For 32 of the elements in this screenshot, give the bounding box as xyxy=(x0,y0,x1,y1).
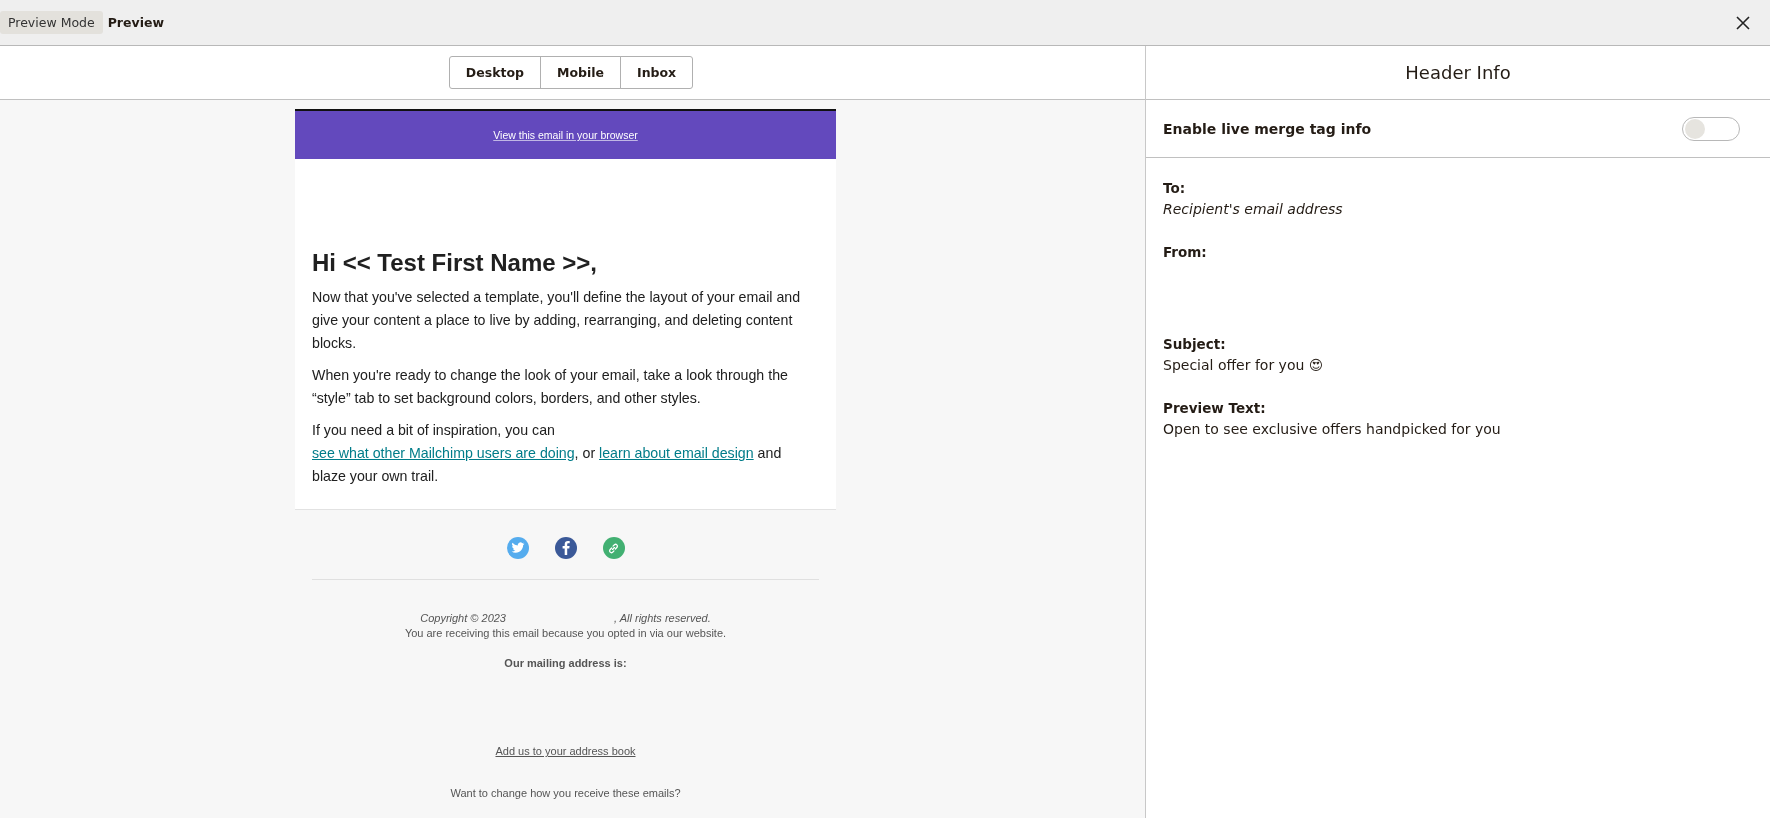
view-tab[interactable]: Desktop xyxy=(448,56,541,89)
field-label: Preview Text: xyxy=(1163,399,1267,418)
address-book-link[interactable]: Add us to your address book xyxy=(495,745,636,758)
field-label: To: xyxy=(1163,179,1187,198)
preferences-text: Want to change how you receive these emails? xyxy=(450,787,681,800)
field-value: Special offer for you 😍 xyxy=(1163,356,1325,375)
email-design-link[interactable]: learn about email design xyxy=(599,445,754,462)
view-tab[interactable]: Mobile xyxy=(539,56,621,89)
live-merge-toggle[interactable] xyxy=(1682,116,1740,141)
bird-icon[interactable] xyxy=(506,537,529,560)
email-paragraph: Now that you've selected a template, you'll define the layout of your email and give your content a place to live by adding, rearranging, and deleting content blocks. xyxy=(312,288,802,354)
mailing-address-label: Our mailing address is: xyxy=(504,657,627,670)
f-letter-icon[interactable] xyxy=(554,537,577,560)
opt-in-text: You are receiving this email because you opted in via our website. xyxy=(404,627,727,640)
field-value: Open to see exclusive offers handpicked for you xyxy=(1163,420,1502,439)
email-paragraph: When you're ready to change the look of your email, take a look through the “style” tab to set background colors, borders, and other styles. xyxy=(312,366,789,409)
preview-mode-label: Preview Mode xyxy=(0,11,103,34)
field-value: Recipient's email address xyxy=(1163,200,1344,219)
page-title: Preview xyxy=(107,15,164,30)
email-heading: Hi << Test First Name >>, xyxy=(312,248,598,278)
field-label: Subject: xyxy=(1163,335,1227,354)
field-label: From: xyxy=(1163,243,1208,262)
email-paragraph: If you need a bit of inspiration, you can see what other Mailchimp users are doing, or learn about email design and blaze your own trail. xyxy=(312,421,783,487)
live-merge-label: Enable live merge tag info xyxy=(1163,120,1372,137)
view-in-browser-link[interactable]: View this email in your browser xyxy=(493,129,638,141)
copyright-text: Copyright © 2023 xyxy=(420,612,506,625)
rights-text: , All rights reserved. xyxy=(614,612,711,625)
panel-title: Header Info xyxy=(1405,62,1511,83)
view-tab[interactable]: Inbox xyxy=(620,56,694,89)
close-icon[interactable] xyxy=(1736,15,1750,30)
mailchimp-users-link[interactable]: see what other Mailchimp users are doing xyxy=(312,445,575,462)
chain-link-icon[interactable] xyxy=(602,537,625,560)
